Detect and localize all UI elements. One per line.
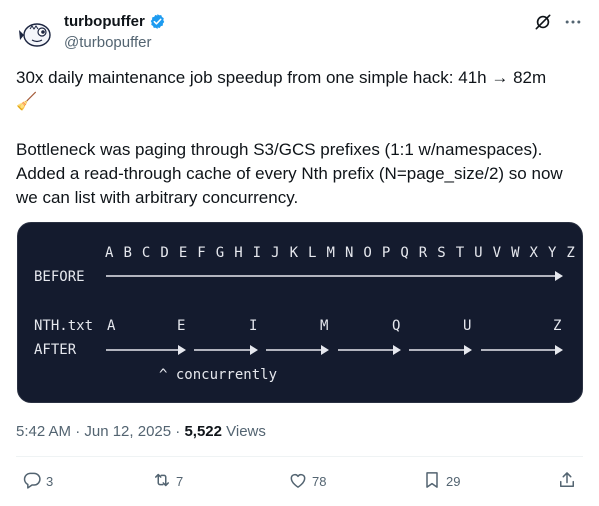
share-icon <box>557 470 577 493</box>
tweet-meta: 5:42 AM · Jun 12, 2025 · 5,522 Views <box>16 423 266 440</box>
after-arrow-3 <box>266 345 329 355</box>
like-button[interactable]: 78 <box>288 470 326 493</box>
tweet-para2-line3: we can list with arbitrary concurrency. <box>16 188 299 207</box>
code-image[interactable]: A B C D E F G H I J K L M N O P Q R S T … <box>17 222 583 403</box>
grok-icon[interactable] <box>533 12 553 32</box>
verified-badge-icon[interactable] <box>149 13 166 30</box>
tweet-line-1: 30x daily maintenance job speedup from o… <box>16 68 547 87</box>
arrows-svg <box>106 271 563 355</box>
retweet-button[interactable]: 7 <box>152 470 183 493</box>
reply-count: 3 <box>46 474 54 489</box>
retweet-icon <box>152 470 172 493</box>
bookmark-count: 29 <box>446 474 461 489</box>
like-icon <box>288 470 308 493</box>
views-count: 5,522 <box>184 423 222 440</box>
after-arrow-1 <box>106 345 186 355</box>
after-arrow-2 <box>194 345 258 355</box>
reply-icon <box>22 470 42 493</box>
tweet-para2-line1: Bottleneck was paging through S3/GCS pre… <box>16 140 543 159</box>
more-icon[interactable] <box>563 12 583 32</box>
broom-emoji: 🧹 <box>16 92 38 111</box>
header-actions <box>533 12 583 32</box>
avatar[interactable] <box>16 14 56 54</box>
share-button[interactable] <box>557 470 577 493</box>
divider <box>16 456 583 457</box>
bookmark-icon <box>422 470 442 493</box>
action-bar: 3 7 78 29 <box>16 468 583 496</box>
after-arrow-5 <box>409 345 472 355</box>
timestamp[interactable]: 5:42 AM · Jun 12, 2025 · <box>16 423 184 440</box>
after-arrow-6 <box>481 345 563 355</box>
tweet-header: turbopuffer @turbopuffer <box>16 12 583 56</box>
author-handle[interactable]: @turbopuffer <box>64 34 152 51</box>
author-display-name[interactable]: turbopuffer <box>64 13 145 30</box>
reply-button[interactable]: 3 <box>22 470 53 493</box>
before-arrow <box>106 271 563 281</box>
after-arrow-4 <box>338 345 401 355</box>
tweet-para2-line2: Added a read-through cache of every Nth … <box>16 164 563 183</box>
tweet-text: 30x daily maintenance job speedup from o… <box>16 66 576 210</box>
retweet-count: 7 <box>176 474 184 489</box>
like-count: 78 <box>312 474 327 489</box>
views-label: Views <box>221 423 266 440</box>
author-name-row: turbopuffer <box>64 13 166 30</box>
bookmark-button[interactable]: 29 <box>422 470 460 493</box>
